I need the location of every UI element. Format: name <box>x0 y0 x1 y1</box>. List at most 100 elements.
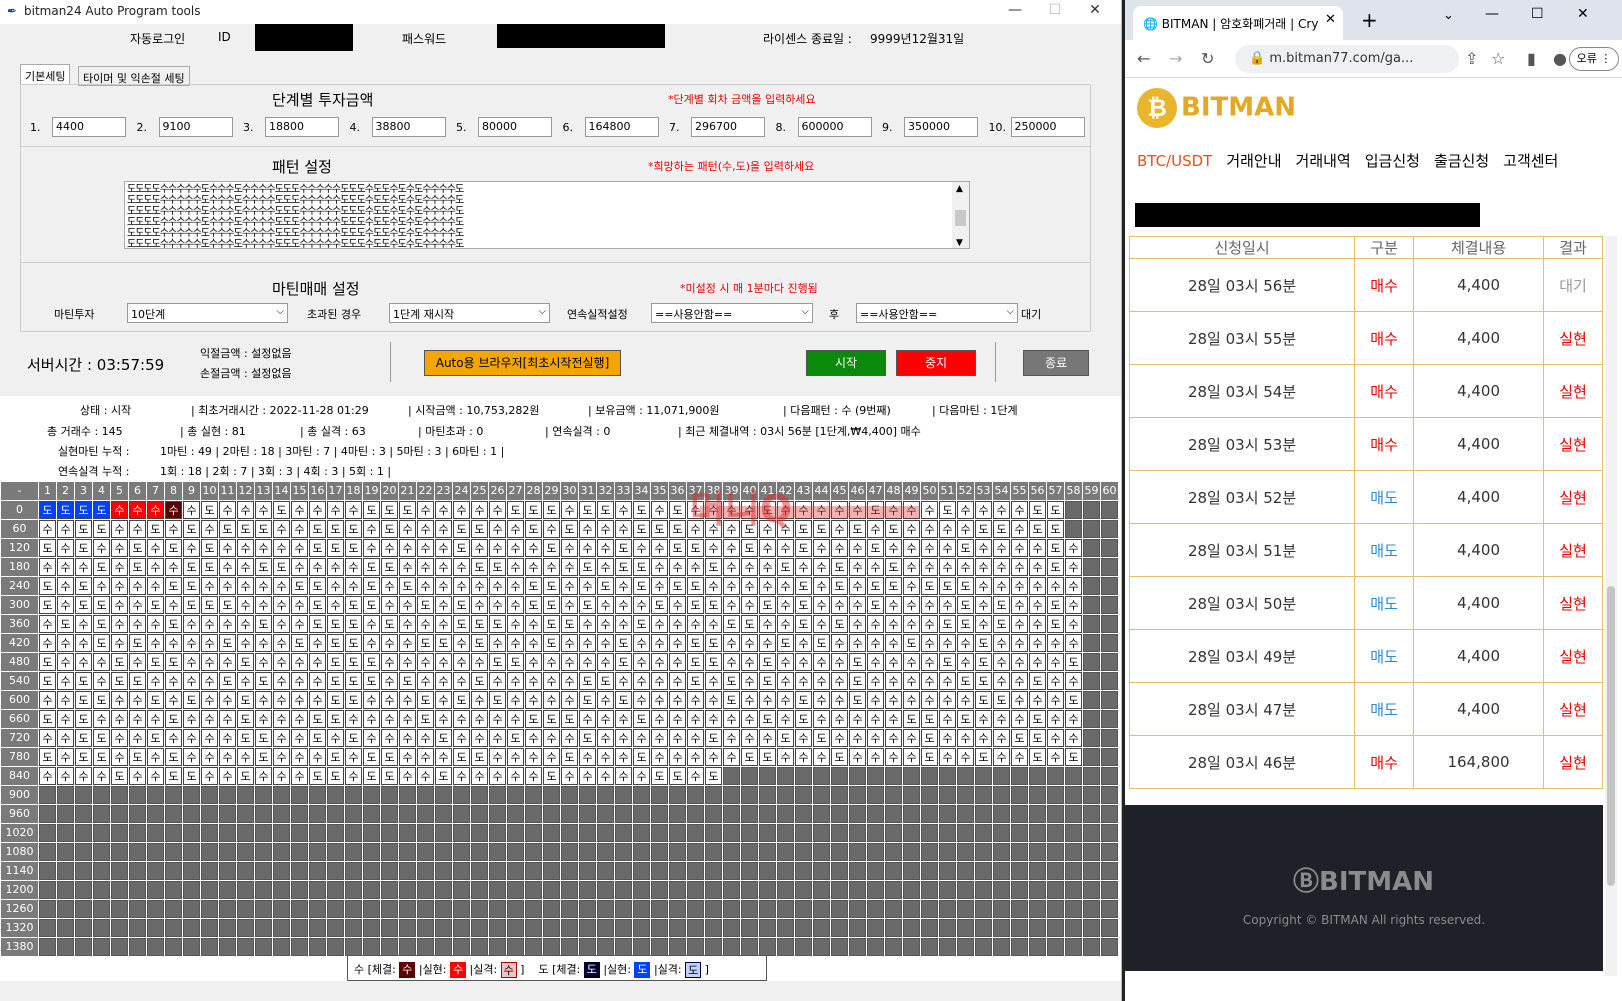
chevron-down-icon: ⌵ <box>801 306 809 317</box>
close-button[interactable]: ✕ <box>1080 2 1110 18</box>
sidepanel-icon[interactable]: ▮ <box>1527 49 1536 68</box>
grid-cell: 수 <box>867 748 884 766</box>
grid-empty-cell <box>597 805 614 823</box>
table-header-row: 신청일시 구분 체결내용 결과 <box>1128 236 1603 259</box>
grid-cell: 수 <box>291 520 308 538</box>
step-amount-input-1[interactable]: 4400 <box>52 117 126 137</box>
address-bar-row: ← → ↻ 🔒 m.bitman77.com/ga... ⇪ ☆ ▮ ● 오류 … <box>1125 40 1622 78</box>
scroll-thumb[interactable] <box>955 210 966 226</box>
tab-basic-settings[interactable]: 기본세팅 <box>20 64 71 84</box>
grid-empty-cell <box>939 862 956 880</box>
scroll-up-icon[interactable]: ▲ <box>956 184 963 194</box>
grid-cell: 수 <box>597 748 614 766</box>
after-select[interactable]: ==사용안함== ⌵ <box>856 303 1018 323</box>
grid-cell: 수 <box>525 729 542 747</box>
tab-timer-settings[interactable]: 타이머 및 익손절 세팅 <box>78 66 190 86</box>
grid-cell: 수 <box>687 748 704 766</box>
grid-col-header: 53 <box>975 482 992 500</box>
scroll-down-icon[interactable]: ▼ <box>956 238 963 248</box>
grid-cell: 수 <box>57 634 74 652</box>
grid-cell: 수 <box>561 558 578 576</box>
grid-empty-cell <box>777 900 794 918</box>
nav-item[interactable]: 출금신청 <box>1434 152 1489 170</box>
minimize-button[interactable]: — <box>1485 6 1499 22</box>
grid-cell: 수 <box>363 539 380 557</box>
cont-select[interactable]: ==사용안함== ⌵ <box>651 303 813 323</box>
step-amount-input-2[interactable]: 9100 <box>158 117 233 137</box>
step-amount-input-4[interactable]: 38800 <box>371 117 446 137</box>
auto-browser-button[interactable]: Auto용 브라우저[최초시작전실행] <box>424 350 621 376</box>
url-bar[interactable]: 🔒 m.bitman77.com/ga... <box>1235 45 1459 73</box>
start-button[interactable]: 시작 <box>806 350 886 376</box>
grid-cell: 수 <box>525 748 542 766</box>
nav-item[interactable]: 입금신청 <box>1365 152 1420 170</box>
grid-cell: 수 <box>1047 710 1064 728</box>
maximize-button[interactable]: ☐ <box>1040 2 1070 18</box>
grid-cell: 수 <box>363 710 380 728</box>
grid-empty-cell <box>1011 843 1028 861</box>
grid-cell: 수 <box>975 710 992 728</box>
step-amount-input-7[interactable]: 296700 <box>691 117 765 137</box>
grid-empty-cell <box>327 786 344 804</box>
grid-cell: 수 <box>147 672 164 690</box>
grid-cell: 도 <box>777 634 794 652</box>
step-amount-input-6[interactable]: 164800 <box>584 117 659 137</box>
profile-icon[interactable]: ● <box>1553 49 1567 68</box>
grid-col-header: 2 <box>57 482 74 500</box>
back-icon[interactable]: ← <box>1137 49 1150 68</box>
close-button[interactable]: ✕ <box>1577 6 1589 22</box>
exceed-select[interactable]: 1단계 재시작 ⌵ <box>389 303 550 323</box>
step-amount-input-10[interactable]: 250000 <box>1010 117 1085 137</box>
grid-cell: 수 <box>615 729 632 747</box>
exit-button[interactable]: 종료 <box>1023 350 1089 376</box>
grid-cell: 수 <box>219 748 236 766</box>
grid-empty-cell <box>849 862 866 880</box>
grid-empty-cell <box>39 824 56 842</box>
grid-cell: 도 <box>381 615 398 633</box>
grid-cell: 수 <box>417 748 434 766</box>
pattern-line: 도도도도수수수수수도수수수도수수수수도도도수수수수수도도도수도도수도수도수수수수… <box>127 239 464 249</box>
error-button[interactable]: 오류 ⋮ <box>1569 47 1619 71</box>
martin-invest-select[interactable]: 10단계 ⌵ <box>127 303 288 323</box>
nav-item[interactable]: BTC/USDT <box>1137 152 1212 170</box>
grid-cell: 수 <box>633 729 650 747</box>
password-field-redacted[interactable] <box>497 24 665 48</box>
grid-empty-cell <box>453 786 470 804</box>
tab-search-icon[interactable]: ⌄ <box>1443 8 1454 23</box>
grid-cell: 도 <box>561 520 578 538</box>
grid-col-header: 7 <box>147 482 164 500</box>
pattern-textarea[interactable]: 도도도도수수수수수도수수수도수수수수도도도수수수수수도도도수도도수도수도수수수수… <box>124 181 970 249</box>
step-amount-input-8[interactable]: 600000 <box>797 117 872 137</box>
grid-cell: 수 <box>507 672 524 690</box>
grid-cell: 도 <box>795 710 812 728</box>
grid-cell: 수 <box>363 729 380 747</box>
scroll-thumb[interactable] <box>1607 586 1615 886</box>
grid-cell: 도 <box>183 767 200 785</box>
tab-close-icon[interactable]: ✕ <box>1325 12 1336 27</box>
grid-empty-cell <box>543 843 560 861</box>
grid-empty-cell <box>759 919 776 937</box>
new-tab-button[interactable]: + <box>1361 8 1378 32</box>
grid-empty-cell <box>1101 634 1118 652</box>
pattern-scrollbar[interactable]: ▲ ▼ <box>952 182 969 248</box>
star-icon[interactable]: ☆ <box>1491 49 1505 68</box>
nav-item[interactable]: 거래안내 <box>1226 152 1281 170</box>
site-logo[interactable]: ₿ BITMAN <box>1137 88 1296 128</box>
minimize-button[interactable]: — <box>1000 2 1030 18</box>
forward-icon[interactable]: → <box>1169 49 1182 68</box>
step-amount-input-3[interactable]: 18800 <box>265 117 339 137</box>
id-field-redacted[interactable] <box>255 24 353 51</box>
reload-icon[interactable]: ↻ <box>1201 49 1214 68</box>
grid-cell: 수 <box>75 653 92 671</box>
step-amount-input-5[interactable]: 80000 <box>478 117 552 137</box>
share-icon[interactable]: ⇪ <box>1465 49 1478 68</box>
stop-button[interactable]: 중지 <box>896 350 976 376</box>
page-scrollbar[interactable] <box>1605 236 1617 976</box>
nav-item[interactable]: 고객센터 <box>1503 152 1558 170</box>
grid-empty-cell <box>975 805 992 823</box>
step-amount-input-9[interactable]: 350000 <box>904 117 978 137</box>
maximize-button[interactable]: ☐ <box>1531 6 1544 22</box>
browser-tab[interactable]: 🌐 BITMAN | 암호화폐거래 | Cry <box>1133 6 1343 40</box>
nav-item[interactable]: 거래내역 <box>1296 152 1351 170</box>
grid-empty-cell <box>273 938 290 956</box>
